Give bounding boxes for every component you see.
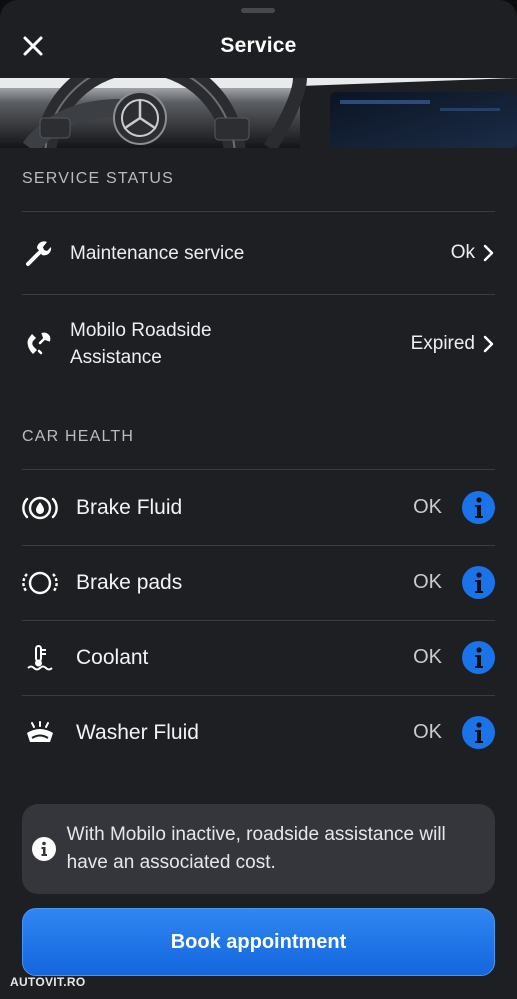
info-button[interactable] bbox=[462, 641, 495, 674]
health-status: OK bbox=[413, 646, 442, 668]
maintenance-status: Ok bbox=[450, 242, 475, 263]
row-label: Maintenance service bbox=[70, 242, 245, 264]
car-health-heading: CAR HEALTH bbox=[22, 428, 135, 445]
watermark-logo: AUTOVIT.RO bbox=[10, 975, 86, 989]
info-button[interactable] bbox=[462, 566, 495, 599]
washer-fluid-icon bbox=[22, 715, 76, 751]
service-status-heading: SERVICE STATUS bbox=[22, 170, 174, 187]
health-row-coolant: Coolant OK bbox=[22, 620, 495, 695]
coolant-icon bbox=[22, 640, 76, 676]
info-icon bbox=[474, 571, 483, 593]
roadside-phone-icon bbox=[22, 326, 62, 362]
health-label: Brake pads bbox=[76, 570, 183, 594]
info-button[interactable] bbox=[462, 491, 495, 524]
maintenance-service-row[interactable]: Maintenance service Ok bbox=[22, 212, 495, 294]
brake-fluid-icon bbox=[22, 490, 76, 526]
info-icon bbox=[474, 496, 483, 518]
wrench-icon bbox=[22, 235, 62, 271]
info-icon bbox=[22, 837, 67, 861]
health-row-washer-fluid: Washer Fluid OK bbox=[22, 695, 495, 770]
top-bar: Service bbox=[0, 14, 517, 78]
drag-handle[interactable] bbox=[241, 8, 275, 13]
info-icon bbox=[474, 721, 483, 743]
roadside-cost-notice: With Mobilo inactive, roadside assistanc… bbox=[22, 804, 495, 894]
car-interior-image bbox=[0, 78, 517, 148]
label-line: Mobilo Roadside bbox=[70, 320, 212, 341]
info-icon bbox=[474, 646, 483, 668]
health-status: OK bbox=[413, 721, 442, 743]
service-sheet: Service SERVICE STATUS Maintenance servi… bbox=[0, 0, 517, 999]
health-status: OK bbox=[413, 496, 442, 518]
label-line: Assistance bbox=[70, 347, 162, 368]
health-label: Washer Fluid bbox=[76, 720, 199, 744]
health-label: Brake Fluid bbox=[76, 495, 183, 519]
brake-pads-icon bbox=[22, 565, 76, 601]
health-row-brake-fluid: Brake Fluid OK bbox=[22, 470, 495, 545]
row-label: Mobilo Roadside Assistance bbox=[70, 317, 212, 371]
chevron-right-icon bbox=[483, 244, 494, 262]
roadside-status: Expired bbox=[410, 333, 475, 354]
row-value: Expired bbox=[411, 333, 495, 355]
health-status: OK bbox=[413, 571, 442, 593]
chevron-right-icon bbox=[483, 335, 494, 353]
roadside-assistance-row[interactable]: Mobilo Roadside Assistance Expired bbox=[22, 295, 495, 393]
page-title: Service bbox=[220, 34, 297, 57]
row-value: Ok bbox=[451, 242, 495, 264]
notice-text: With Mobilo inactive, roadside assistanc… bbox=[66, 824, 446, 873]
info-button[interactable] bbox=[462, 716, 495, 749]
health-row-brake-pads: Brake pads OK bbox=[22, 545, 495, 620]
health-label: Coolant bbox=[76, 645, 149, 669]
book-appointment-button[interactable]: Book appointment bbox=[22, 908, 495, 976]
